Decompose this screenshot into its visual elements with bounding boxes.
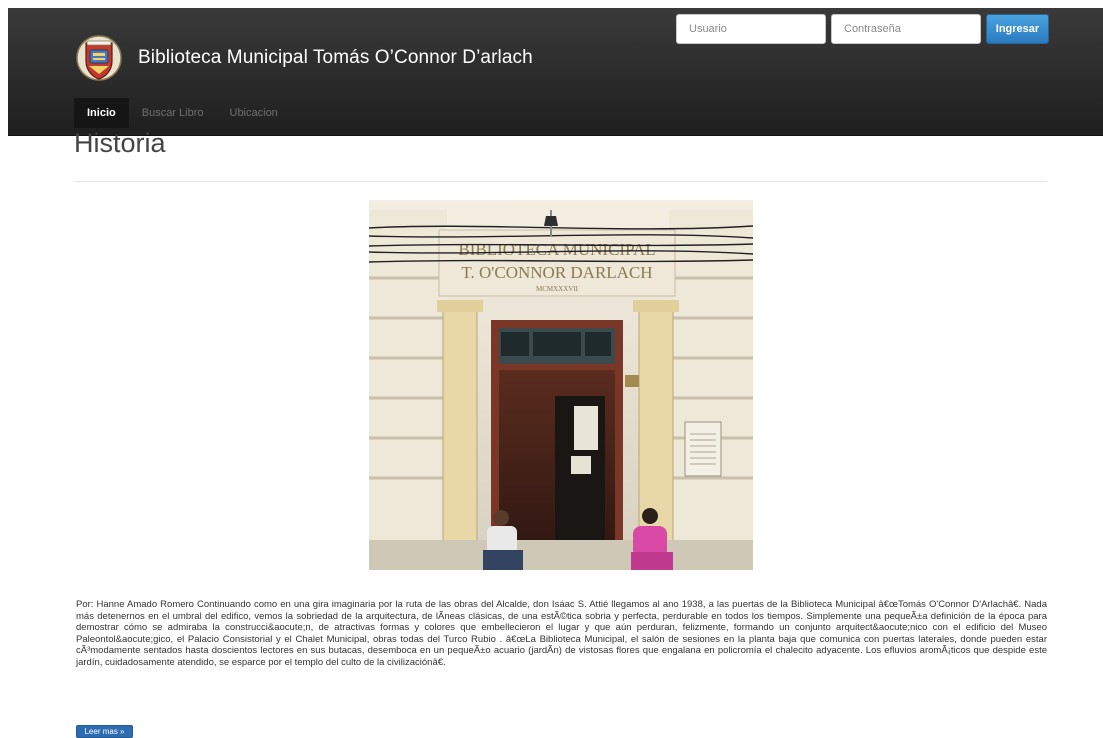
top-navbar: Biblioteca Municipal Tomás O’Connor D’ar… xyxy=(8,8,1103,136)
title-divider xyxy=(74,181,1047,182)
password-input[interactable] xyxy=(831,14,981,44)
page-title: Historia xyxy=(74,128,166,158)
sign-line-1: BIBLIOTECA MUNICIPAL xyxy=(458,240,655,259)
nav-item-buscar-libro[interactable]: Buscar Libro xyxy=(129,98,217,128)
library-facade-photo: BIBLIOTECA MUNICIPAL T. O'CONNOR DARLACH… xyxy=(369,200,753,570)
username-input[interactable] xyxy=(676,14,826,44)
brand[interactable]: Biblioteca Municipal Tomás O’Connor D’ar… xyxy=(76,28,533,88)
nav-item-inicio[interactable]: Inicio xyxy=(74,98,129,128)
history-article: Por: Hanne Amado Romero Continuando como… xyxy=(76,599,1047,668)
login-button[interactable]: Ingresar xyxy=(986,14,1049,44)
read-more-button[interactable]: Leer mas » xyxy=(76,725,133,738)
municipal-crest-icon xyxy=(76,35,122,81)
sign-line-2: T. O'CONNOR DARLACH xyxy=(461,263,652,282)
main-nav: Inicio Buscar Libro Ubicacion xyxy=(74,98,291,128)
sign-line-3: MCMXXXVII xyxy=(536,285,579,293)
login-form: Ingresar xyxy=(676,14,1049,44)
site-title: Biblioteca Municipal Tomás O’Connor D’ar… xyxy=(138,47,533,68)
nav-item-ubicacion[interactable]: Ubicacion xyxy=(217,98,291,128)
